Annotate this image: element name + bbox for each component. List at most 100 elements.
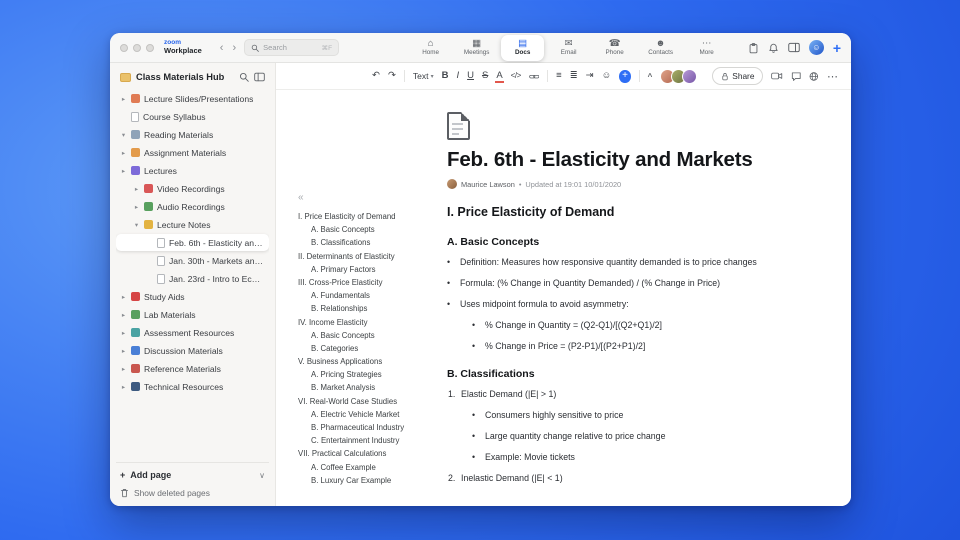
chevron-icon[interactable]: ▸ xyxy=(120,167,127,175)
chevron-icon[interactable]: ▸ xyxy=(120,311,127,319)
outline-item[interactable]: A. Basic Concepts xyxy=(298,331,435,340)
bullet-list-button[interactable]: ≡ xyxy=(556,71,562,81)
sidebar-item[interactable]: Jan. 23rd - Intro to Econo... xyxy=(116,270,269,287)
add-page-button[interactable]: + Add page ∨ xyxy=(120,470,265,480)
nav-tab[interactable]: ▦ Meetings xyxy=(455,35,498,61)
text-style-dropdown[interactable]: Text ▾ xyxy=(413,71,434,81)
chevron-icon[interactable]: ▾ xyxy=(120,131,127,139)
code-button[interactable]: </> xyxy=(511,72,522,80)
chevron-icon[interactable]: ▾ xyxy=(133,221,140,229)
chevron-icon[interactable]: ▸ xyxy=(133,203,140,211)
sidebar-item[interactable]: ▾ Lecture Notes xyxy=(116,216,269,233)
clipboard-icon[interactable] xyxy=(748,42,759,54)
sidebar-item[interactable]: ▾ Reading Materials xyxy=(116,126,269,143)
outline-item[interactable]: V. Business Applications xyxy=(298,357,435,366)
chevron-icon[interactable]: ▸ xyxy=(133,185,140,193)
global-search-input[interactable]: Search ⌘F xyxy=(244,39,340,56)
nav-tab[interactable]: ☻ Contacts xyxy=(639,35,682,61)
strikethrough-button[interactable]: S xyxy=(482,71,488,81)
nav-tab[interactable]: ⌂ Home xyxy=(409,35,452,61)
outline-item[interactable]: A. Basic Concepts xyxy=(298,225,435,234)
sidebar-item[interactable]: ▸ Discussion Materials xyxy=(116,342,269,359)
outline-item[interactable]: B. Pharmaceutical Industry xyxy=(298,423,435,432)
sidebar-item[interactable]: ▸ Reference Materials xyxy=(116,360,269,377)
outline-item[interactable]: II. Determinants of Elasticity xyxy=(298,252,435,261)
bold-button[interactable]: B xyxy=(442,71,449,81)
doc-block[interactable]: • Uses midpoint formula to avoid asymmet… xyxy=(447,299,796,309)
nav-tab[interactable]: ⋯ More xyxy=(685,35,728,61)
nav-tab[interactable]: ▤ Docs xyxy=(501,34,545,61)
outline-item[interactable]: III. Cross-Price Elasticity xyxy=(298,278,435,287)
chevron-icon[interactable]: ▸ xyxy=(120,383,127,391)
outline-item[interactable]: VII. Practical Calculations xyxy=(298,449,435,458)
sidebar-search-icon[interactable] xyxy=(239,72,249,82)
chevron-icon[interactable]: ▸ xyxy=(120,329,127,337)
doc-block[interactable]: • % Change in Price = (P2-P1)/[(P2+P1)/2… xyxy=(472,341,796,351)
sidebar-item[interactable]: ▸ Lectures xyxy=(116,162,269,179)
sidebar-item[interactable]: ▸ Audio Recordings xyxy=(116,198,269,215)
outline-item[interactable]: B. Market Analysis xyxy=(298,383,435,392)
sidebar-item[interactable]: Jan. 30th - Markets and P... xyxy=(116,252,269,269)
add-page-menu-chevron[interactable]: ∨ xyxy=(259,471,265,480)
doc-block[interactable]: • Formula: (% Change in Quantity Demande… xyxy=(447,278,796,288)
more-options-button[interactable]: ⋯ xyxy=(827,70,839,83)
outline-item[interactable]: B. Categories xyxy=(298,344,435,353)
outline-item[interactable]: B. Classifications xyxy=(298,238,435,247)
outline-item[interactable]: B. Luxury Car Example xyxy=(298,476,435,485)
chevron-icon[interactable]: ▸ xyxy=(120,347,127,355)
sidebar-item[interactable]: ▸ Assignment Materials xyxy=(116,144,269,161)
document-title[interactable]: Feb. 6th - Elasticity and Markets xyxy=(447,148,796,172)
globe-icon[interactable] xyxy=(809,71,819,82)
close-window-button[interactable] xyxy=(120,43,128,52)
doc-block[interactable]: • Consumers highly sensitive to price xyxy=(472,410,796,420)
doc-block[interactable]: A. Basic Concepts xyxy=(447,236,796,248)
insert-block-button[interactable]: + xyxy=(619,69,631,83)
outline-item[interactable]: VI. Real-World Case Studies xyxy=(298,397,435,406)
doc-block[interactable]: 2. Inelastic Demand (|E| < 1) xyxy=(448,473,796,483)
redo-button[interactable]: ↷ xyxy=(388,71,396,81)
outline-item[interactable]: A. Coffee Example xyxy=(298,463,435,472)
collapse-toolbar-button[interactable]: ^ xyxy=(648,72,653,81)
outline-item[interactable]: A. Primary Factors xyxy=(298,265,435,274)
link-icon[interactable] xyxy=(528,72,540,81)
outline-item[interactable]: B. Relationships xyxy=(298,304,435,313)
doc-block[interactable]: • Example: Movie tickets xyxy=(472,452,796,462)
doc-block[interactable]: • Large quantity change relative to pric… xyxy=(472,431,796,441)
text-color-button[interactable]: A xyxy=(495,71,505,83)
maximize-window-button[interactable] xyxy=(146,43,154,52)
nav-tab[interactable]: ☎ Phone xyxy=(593,35,636,61)
new-item-plus-button[interactable]: + xyxy=(833,41,841,55)
doc-block[interactable]: • Definition: Measures how responsive qu… xyxy=(447,257,796,267)
minimize-window-button[interactable] xyxy=(133,43,141,52)
collapse-outline-icon[interactable]: « xyxy=(298,192,435,203)
doc-block[interactable]: B. Classifications xyxy=(447,368,796,380)
show-deleted-pages-button[interactable]: Show deleted pages xyxy=(120,488,265,498)
collaborator-avatar[interactable] xyxy=(682,68,698,84)
chevron-icon[interactable]: ▸ xyxy=(120,293,127,301)
underline-button[interactable]: U xyxy=(467,71,474,81)
sidebar-item[interactable]: Course Syllabus xyxy=(116,108,269,125)
forward-button[interactable]: › xyxy=(232,42,236,54)
comment-icon[interactable] xyxy=(791,71,802,82)
emoji-button[interactable]: ☺ xyxy=(602,71,612,81)
chevron-icon[interactable]: ▸ xyxy=(120,149,127,157)
doc-block[interactable]: 1. Elastic Demand (|E| > 1) xyxy=(448,389,796,399)
sidebar-item[interactable]: ▸ Technical Resources xyxy=(116,378,269,395)
sidebar-item[interactable]: ▸ Lecture Slides/Presentations xyxy=(116,90,269,107)
outline-item[interactable]: I. Price Elasticity of Demand xyxy=(298,212,435,221)
nav-tab[interactable]: ✉ Email xyxy=(547,35,590,61)
user-avatar[interactable]: ☺ xyxy=(808,40,824,55)
sidebar-item[interactable]: ▸ Assessment Resources xyxy=(116,324,269,341)
sidebar-panel-icon[interactable] xyxy=(254,72,265,82)
sidebar-item[interactable]: ▸ Lab Materials xyxy=(116,306,269,323)
outline-item[interactable]: IV. Income Elasticity xyxy=(298,318,435,327)
sidebar-item[interactable]: ▸ Video Recordings xyxy=(116,180,269,197)
doc-block[interactable]: • % Change in Quantity = (Q2-Q1)/[(Q2+Q1… xyxy=(472,320,796,330)
outline-item[interactable]: C. Entertainment Industry xyxy=(298,436,435,445)
sidebar-item[interactable]: ▸ Study Aids xyxy=(116,288,269,305)
align-button[interactable]: ≣ xyxy=(570,71,578,81)
video-camera-icon[interactable] xyxy=(771,71,783,81)
italic-button[interactable]: I xyxy=(456,71,459,81)
indent-button[interactable]: ⇥ xyxy=(586,71,594,81)
share-button[interactable]: Share xyxy=(712,67,764,85)
